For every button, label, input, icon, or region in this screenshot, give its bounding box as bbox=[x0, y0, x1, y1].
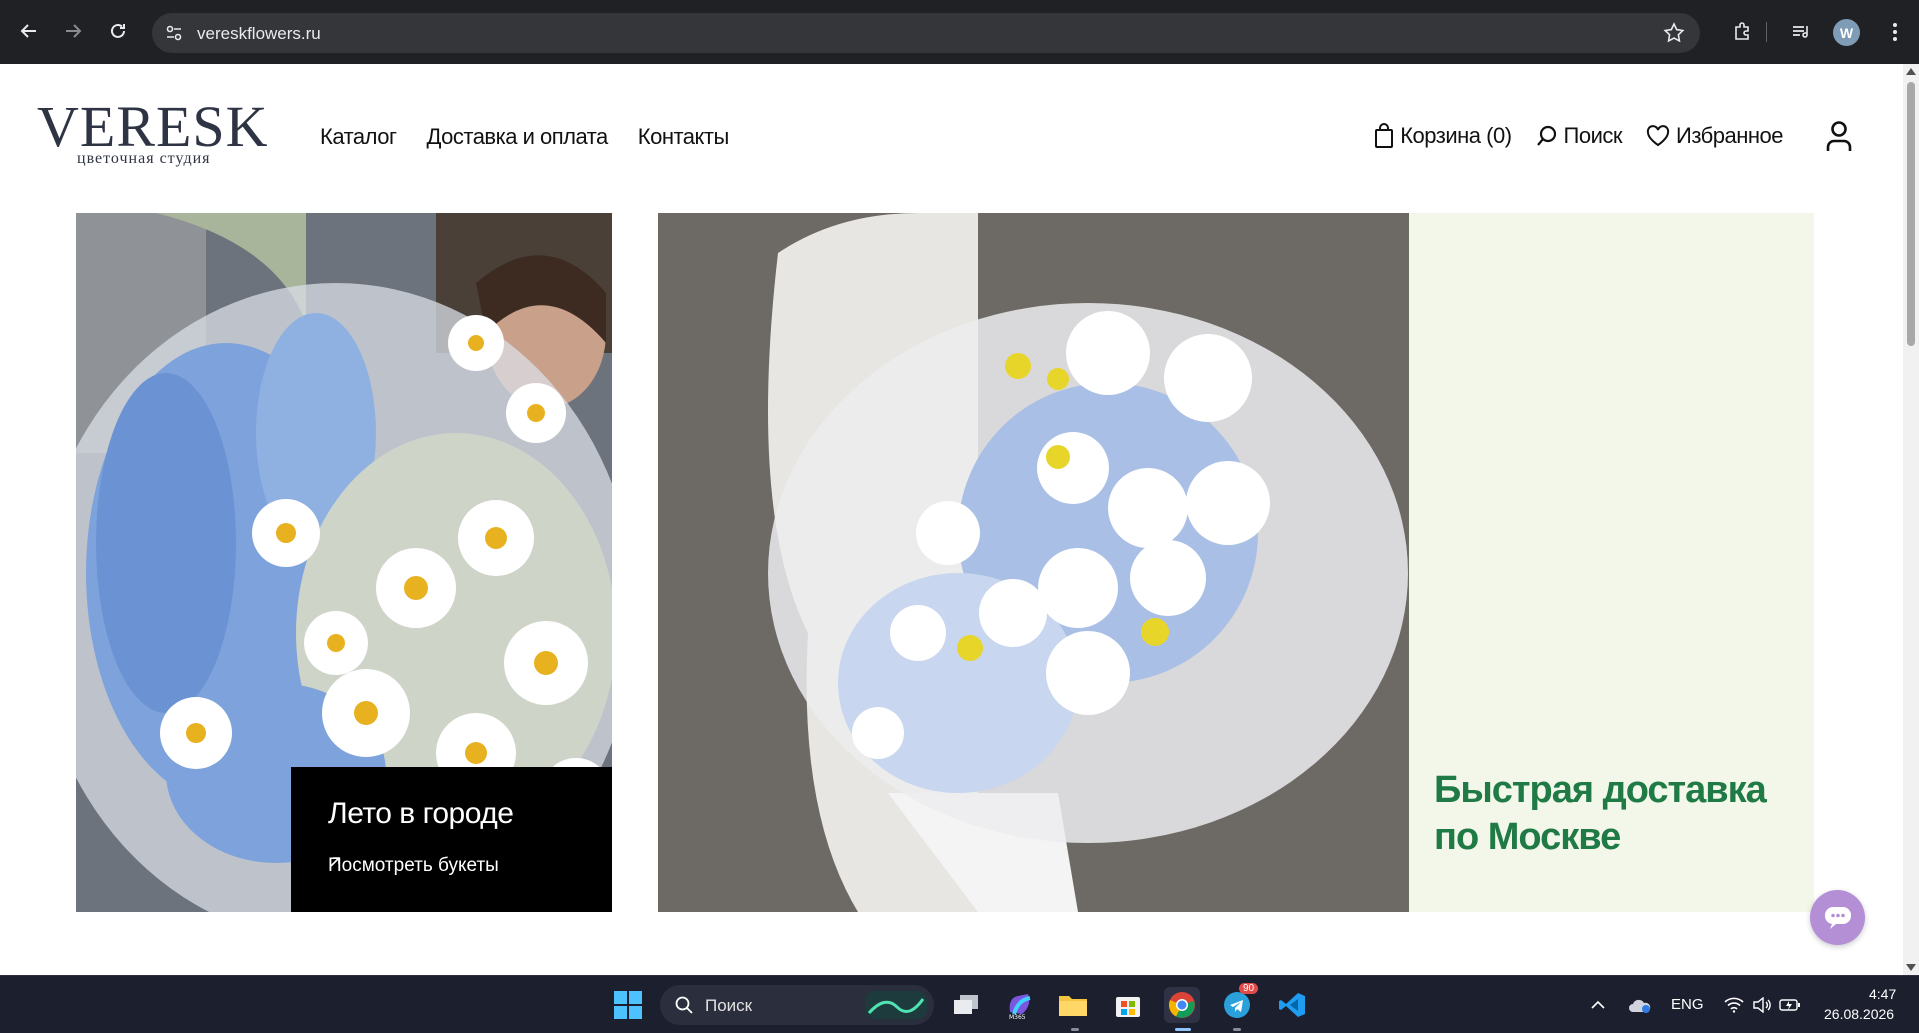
windows-taskbar: Поиск M365 90 ENG 4:47 26.08.2026 bbox=[0, 975, 1919, 1033]
view-bouquets-label: Посмотреть букеты bbox=[328, 855, 499, 876]
chat-bubble-icon bbox=[1824, 906, 1851, 929]
shopping-bag-icon bbox=[1375, 123, 1394, 148]
m365-copilot-icon: M365 bbox=[1009, 994, 1031, 1020]
bouquet-white-blue-image bbox=[658, 213, 1409, 912]
language-indicator[interactable]: ENG bbox=[1671, 996, 1704, 1013]
task-view-icon bbox=[954, 995, 978, 1014]
svg-text:M365: M365 bbox=[1009, 1014, 1026, 1020]
onedrive-tray[interactable] bbox=[1622, 987, 1658, 1023]
task-view-button[interactable] bbox=[948, 987, 984, 1023]
bookmark-star-icon[interactable] bbox=[1662, 21, 1686, 45]
chrome-app[interactable] bbox=[1164, 987, 1200, 1023]
browser-toolbar: vereskflowers.ru W bbox=[0, 0, 1919, 64]
search-highlight-icon bbox=[865, 991, 927, 1019]
delivery-headline: Быстрая доставка по Москве bbox=[1434, 769, 1767, 858]
nav-delivery[interactable]: Доставка и оплата bbox=[426, 124, 608, 150]
site-info-icon[interactable] bbox=[164, 23, 184, 43]
reload-button[interactable] bbox=[101, 14, 135, 48]
chrome-menu-button[interactable] bbox=[1881, 18, 1909, 46]
profile-avatar[interactable]: W bbox=[1833, 19, 1860, 46]
speaker-icon bbox=[1753, 997, 1771, 1013]
heart-icon bbox=[1646, 125, 1670, 147]
web-page: VERESK цветочная студия Каталог Доставка… bbox=[0, 64, 1903, 975]
taskbar-search[interactable]: Поиск bbox=[660, 985, 934, 1025]
tray-overflow-button[interactable] bbox=[1580, 987, 1616, 1023]
reload-icon bbox=[111, 23, 125, 38]
telegram-indicator bbox=[1233, 1028, 1241, 1031]
scroll-thumb[interactable] bbox=[1907, 82, 1915, 346]
scroll-down-arrow[interactable] bbox=[1906, 964, 1916, 971]
favorites-button[interactable]: Избранное bbox=[1646, 123, 1784, 149]
site-logo[interactable]: VERESK цветочная студия bbox=[37, 94, 277, 168]
page-scrollbar[interactable] bbox=[1903, 64, 1919, 975]
header-actions: Корзина (0) Поиск Избранное bbox=[1374, 120, 1853, 152]
toolbar-divider bbox=[1766, 22, 1767, 42]
favorites-label: Избранное bbox=[1676, 123, 1784, 148]
store-icon bbox=[1116, 997, 1140, 1017]
more-vertical-icon bbox=[1893, 23, 1897, 41]
nav-catalog[interactable]: Каталог bbox=[320, 124, 397, 150]
account-button[interactable] bbox=[1825, 120, 1853, 152]
cloud-icon bbox=[1629, 999, 1651, 1013]
hero-banner-summer[interactable]: Лето в городе Посмотреть букеты bbox=[76, 213, 612, 912]
windows-logo-icon bbox=[614, 991, 642, 1019]
extensions-button[interactable] bbox=[1729, 18, 1757, 46]
search-label: Поиск bbox=[1563, 123, 1623, 148]
arrow-left-icon bbox=[20, 24, 36, 38]
media-control-button[interactable] bbox=[1787, 18, 1815, 46]
telegram-app[interactable]: 90 bbox=[1219, 983, 1259, 1023]
cart-button[interactable]: Корзина (0) bbox=[1374, 123, 1512, 149]
folder-icon bbox=[1059, 996, 1087, 1016]
vscode-app[interactable] bbox=[1274, 987, 1310, 1023]
battery-tray[interactable] bbox=[1772, 987, 1808, 1023]
file-explorer-app[interactable] bbox=[1055, 987, 1091, 1023]
promo-card[interactable]: Лето в городе Посмотреть букеты bbox=[291, 767, 612, 912]
address-bar[interactable]: vereskflowers.ru bbox=[152, 13, 1700, 53]
cart-label: Корзина (0) bbox=[1400, 123, 1512, 148]
start-button[interactable] bbox=[610, 987, 646, 1023]
nav-contacts[interactable]: Контакты bbox=[638, 124, 730, 150]
taskbar-search-label: Поиск bbox=[705, 996, 753, 1015]
microsoft-store-app[interactable] bbox=[1110, 987, 1146, 1023]
back-button[interactable] bbox=[12, 14, 46, 48]
chevron-up-icon bbox=[1591, 1000, 1605, 1009]
clock-time[interactable]: 4:47 bbox=[1869, 986, 1896, 1002]
arrow-up-right-icon bbox=[330, 857, 340, 867]
main-navigation: Каталог Доставка и оплата Контакты bbox=[320, 124, 729, 150]
telegram-icon bbox=[1224, 992, 1250, 1018]
chat-widget-button[interactable] bbox=[1810, 890, 1865, 945]
scroll-up-arrow[interactable] bbox=[1906, 68, 1916, 75]
search-icon bbox=[675, 996, 693, 1014]
logo-tagline: цветочная студия bbox=[77, 150, 211, 167]
m365-app[interactable]: M365 bbox=[1001, 987, 1037, 1023]
hero-banner-bouquet[interactable] bbox=[658, 213, 1409, 912]
arrow-right-icon bbox=[66, 24, 82, 38]
logo-brand: VERESK bbox=[37, 94, 269, 159]
search-icon bbox=[1536, 125, 1556, 146]
puzzle-icon bbox=[1735, 22, 1749, 40]
promo-title: Лето в городе bbox=[328, 797, 514, 830]
file-explorer-indicator bbox=[1071, 1028, 1079, 1031]
vscode-icon bbox=[1279, 993, 1305, 1017]
chrome-icon bbox=[1169, 992, 1195, 1018]
search-button[interactable]: Поиск bbox=[1536, 123, 1623, 149]
clock-date[interactable]: 26.08.2026 bbox=[1824, 1006, 1894, 1022]
playlist-icon bbox=[1793, 26, 1808, 38]
view-bouquets-link[interactable]: Посмотреть букеты bbox=[328, 855, 499, 877]
telegram-badge: 90 bbox=[1239, 983, 1259, 994]
battery-charging-icon bbox=[1779, 999, 1800, 1011]
wifi-icon bbox=[1724, 997, 1744, 1013]
user-icon bbox=[1826, 121, 1852, 151]
chrome-active-indicator bbox=[1175, 1028, 1191, 1031]
forward-button[interactable] bbox=[56, 14, 90, 48]
delivery-banner: Быстрая доставка по Москве bbox=[1409, 213, 1814, 912]
url-text[interactable]: vereskflowers.ru bbox=[197, 24, 321, 44]
